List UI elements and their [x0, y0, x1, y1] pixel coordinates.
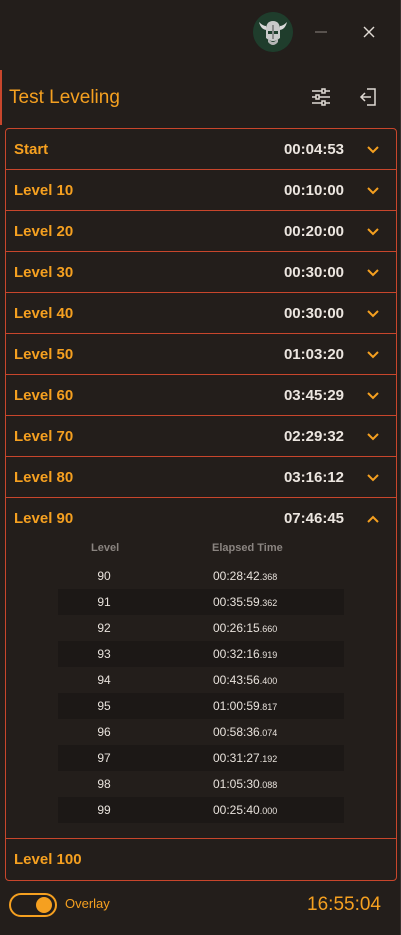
minimize-icon [315, 31, 327, 33]
overlay-label: Overlay [65, 896, 110, 911]
chevron-down-icon [367, 187, 379, 195]
exit-icon [359, 88, 376, 106]
level-row[interactable]: Level 10 00:10:00 [6, 170, 396, 211]
level-row[interactable]: Level 80 03:16:12 [6, 457, 396, 498]
level-label: Level 20 [14, 223, 74, 240]
detail-row: 95 01:00:59.817 [58, 693, 344, 719]
header: Test Leveling [0, 72, 401, 122]
detail-level: 91 [97, 595, 111, 609]
detail-time: 00:31:27.192 [213, 751, 278, 765]
viking-helmet-icon [253, 12, 293, 52]
level-row-expanded[interactable]: Level 90 07:46:45 [6, 498, 396, 539]
chevron-down-icon [367, 392, 379, 400]
level-label: Level 50 [14, 346, 74, 363]
level-label: Level 60 [14, 387, 74, 404]
level-label: Level 90 [14, 510, 74, 527]
exit-button[interactable] [354, 82, 384, 112]
detail-row: 91 00:35:59.362 [58, 589, 344, 615]
detail-level: 92 [97, 621, 111, 635]
detail-time: 00:43:56.400 [213, 673, 278, 687]
level-label: Level 30 [14, 264, 74, 281]
detail-table-header: Level Elapsed Time [58, 542, 344, 562]
level-row[interactable]: Level 40 00:30:00 [6, 293, 396, 334]
chevron-down-icon [367, 351, 379, 359]
close-button[interactable] [353, 16, 385, 48]
level-label: Level 80 [14, 469, 74, 486]
detail-row: 93 00:32:16.919 [58, 641, 344, 667]
level-time: 00:30:00 [283, 305, 344, 322]
chevron-down-icon [367, 269, 379, 277]
level-time: 00:20:00 [283, 223, 344, 240]
overlay-toggle[interactable] [9, 893, 57, 917]
level-time: 02:29:32 [283, 428, 344, 445]
level-time: 00:04:53 [283, 141, 344, 158]
chevron-down-icon [367, 310, 379, 318]
chevron-up-icon [367, 515, 379, 523]
chevron-down-icon [367, 228, 379, 236]
chevron-down-icon [367, 474, 379, 482]
page-title: Test Leveling [9, 87, 120, 108]
level-label: Start [14, 141, 49, 158]
toggle-knob [36, 897, 52, 913]
chevron-down-icon [367, 146, 379, 154]
app-window: Test Leveling Start 00:04:53 Level 10 00… [0, 0, 401, 935]
detail-row: 92 00:26:15.660 [58, 615, 344, 641]
detail-level: 94 [97, 673, 111, 687]
detail-time: 00:28:42.368 [213, 569, 278, 583]
detail-level: 90 [97, 569, 111, 583]
level-row[interactable]: Level 30 00:30:00 [6, 252, 396, 293]
detail-row: 97 00:31:27.192 [58, 745, 344, 771]
level-time: 03:16:12 [283, 469, 344, 486]
detail-time: 00:32:16.919 [213, 647, 278, 661]
sliders-icon [312, 88, 330, 106]
detail-time: 00:26:15.660 [213, 621, 278, 635]
level-row[interactable]: Level 20 00:20:00 [6, 211, 396, 252]
detail-time: 01:05:30.088 [213, 777, 278, 791]
detail-level: 93 [97, 647, 111, 661]
detail-level: 98 [97, 777, 111, 791]
level-label: Level 40 [14, 305, 74, 322]
detail-row: 94 00:43:56.400 [58, 667, 344, 693]
level-row[interactable]: Level 100 [6, 839, 396, 880]
detail-time: 01:00:59.817 [213, 699, 278, 713]
footer: Overlay 16:55:04 [0, 885, 401, 930]
level-time: 01:03:20 [283, 346, 344, 363]
level-list: Start 00:04:53 Level 10 00:10:00 Level 2… [5, 128, 397, 881]
detail-level: 97 [97, 751, 111, 765]
level-row[interactable]: Level 60 03:45:29 [6, 375, 396, 416]
level-row[interactable]: Start 00:04:53 [6, 129, 396, 170]
settings-button[interactable] [306, 82, 336, 112]
detail-level: 96 [97, 725, 111, 739]
detail-level: 95 [97, 699, 111, 713]
title-bar [0, 0, 401, 64]
minimize-button[interactable] [305, 16, 337, 48]
level-label: Level 100 [14, 851, 82, 868]
close-icon [363, 26, 375, 38]
col-elapsed-header: Elapsed Time [212, 542, 283, 554]
clock: 16:55:04 [307, 894, 381, 915]
detail-time: 00:25:40.000 [213, 803, 278, 817]
level-row[interactable]: Level 50 01:03:20 [6, 334, 396, 375]
level-label: Level 70 [14, 428, 74, 445]
level-label: Level 10 [14, 182, 74, 199]
detail-time: 00:58:36.074 [213, 725, 278, 739]
level-time: 07:46:45 [283, 510, 344, 527]
detail-row: 98 01:05:30.088 [58, 771, 344, 797]
detail-time: 00:35:59.362 [213, 595, 278, 609]
detail-row: 99 00:25:40.000 [58, 797, 344, 823]
detail-row: 90 00:28:42.368 [58, 563, 344, 589]
detail-row: 96 00:58:36.074 [58, 719, 344, 745]
col-level-header: Level [91, 542, 120, 554]
level-time: 00:10:00 [283, 182, 344, 199]
chevron-down-icon [367, 433, 379, 441]
detail-level: 99 [97, 803, 111, 817]
level-time: 00:30:00 [283, 264, 344, 281]
level-time: 03:45:29 [283, 387, 344, 404]
level-row[interactable]: Level 70 02:29:32 [6, 416, 396, 457]
